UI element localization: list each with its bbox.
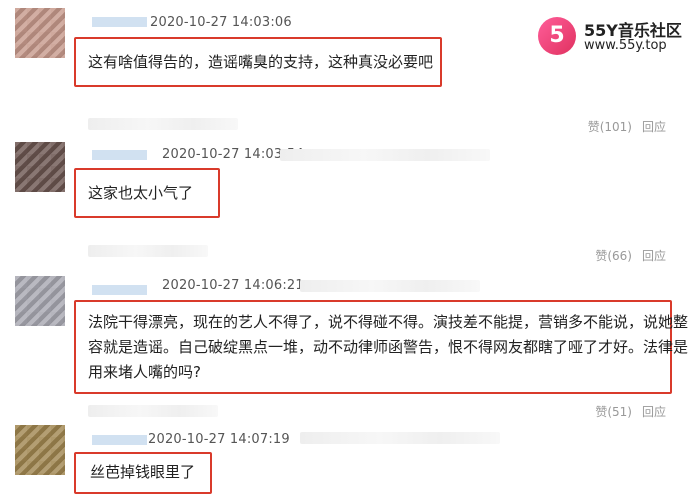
comment-text: 丝芭掉钱眼里了 [90,463,196,481]
reply-button[interactable]: 回应 [642,120,666,134]
comment-text-line: 法院干得漂亮，现在的艺人不得了，说不得碰不得。演技差不能提，营销多不能说，说她整 [88,313,689,331]
like-button[interactable]: 赞(51) [595,405,632,419]
avatar[interactable] [15,8,65,58]
comment-text: 这家也太小气了 [88,184,194,202]
comment-actions: 赞(51) 回应 [595,403,666,420]
username-blurred[interactable] [92,435,147,445]
blurred-content [88,405,218,417]
like-button[interactable]: 赞(66) [595,249,632,263]
username-blurred[interactable] [92,17,147,27]
blurred-content [280,149,490,161]
blurred-content [300,280,480,292]
comment-actions: 赞(66) 回应 [595,247,666,264]
avatar[interactable] [15,276,65,326]
comment-actions: 赞(101) 回应 [588,118,666,135]
comment-text: 这有啥值得告的，造谣嘴臭的支持，这种真没必要吧 [88,53,434,71]
username-blurred[interactable] [92,285,147,295]
avatar[interactable] [15,142,65,192]
blurred-content [300,432,500,444]
comment-timestamp: 2020-10-27 14:03:06 [150,15,292,30]
blurred-content [88,118,238,130]
comment-text-line: 用来堵人嘴的吗? [88,363,201,381]
like-button[interactable]: 赞(101) [588,120,632,134]
username-blurred[interactable] [92,150,147,160]
comment-item: 2020-10-27 14:03:06 这有啥值得告的，造谣嘴臭的支持，这种真没… [0,0,690,140]
reply-button[interactable]: 回应 [642,405,666,419]
blurred-content [88,245,208,257]
comment-text-line: 容就是造谣。自己破绽黑点一堆，动不动律师函警告，恨不得网友都瞎了哑了才好。法律是 [88,338,689,356]
comment-timestamp: 2020-10-27 14:06:21 [162,278,304,293]
reply-button[interactable]: 回应 [642,249,666,263]
avatar[interactable] [15,425,65,475]
comment-timestamp: 2020-10-27 14:07:19 [148,432,290,447]
